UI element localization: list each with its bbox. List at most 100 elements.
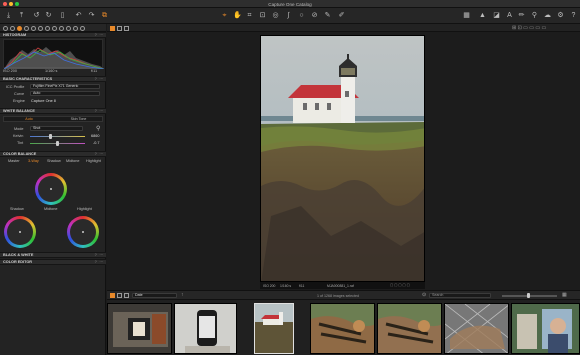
tint-value[interactable]: -0.7: [93, 141, 100, 145]
lens-tab-icon[interactable]: [31, 25, 36, 31]
local-tab-icon[interactable]: [52, 25, 57, 31]
exposure-tab-icon[interactable]: [24, 25, 29, 31]
kelvin-slider-thumb[interactable]: [49, 133, 52, 139]
pan-icon[interactable]: ✋: [233, 11, 242, 20]
batch-tab-icon[interactable]: [80, 25, 85, 31]
undo-icon[interactable]: ↶: [74, 11, 83, 20]
search-input[interactable]: Search: [429, 293, 491, 298]
thumbnail[interactable]: [174, 303, 237, 354]
main-photo[interactable]: [260, 35, 425, 282]
thumbnail-selected[interactable]: [254, 303, 294, 354]
sort-direction-icon[interactable]: ↑: [181, 292, 184, 298]
tab-shadow[interactable]: Shadow: [47, 159, 61, 163]
tint-slider-thumb[interactable]: [56, 140, 59, 146]
keystone-icon[interactable]: ⊡: [258, 11, 267, 20]
export-icon[interactable]: ⤒: [17, 11, 26, 20]
section-tools-icon[interactable]: ? ⋯: [95, 152, 104, 157]
list-browser-icon[interactable]: [117, 293, 122, 298]
kelvin-slider[interactable]: [30, 135, 85, 137]
shadow-color-wheel[interactable]: [4, 216, 36, 248]
main-toolbar: ⤓ ⤒ ↺ ↻ ▯ ↶ ↷ ⧉ ⌖ ✋ ⌗ ⊡ ◎ ∫ ○ ⊘ ✎ ✐ ▦ ▲ …: [0, 8, 580, 24]
section-tools-icon[interactable]: ? ⋯: [95, 109, 104, 114]
curve-select[interactable]: Auto: [30, 91, 100, 96]
single-view-icon[interactable]: [110, 25, 115, 31]
sort-select[interactable]: Date: [132, 293, 177, 298]
compare-icon[interactable]: ⧉: [100, 11, 109, 20]
brush-icon[interactable]: ✎: [323, 11, 332, 20]
color-tab-icon[interactable]: [17, 25, 22, 31]
histogram-header[interactable]: HISTOGRAM ? ⋯: [0, 32, 106, 38]
black-white-header[interactable]: BLACK & WHITE ? ⋯: [0, 252, 106, 258]
adjustments-tab-icon[interactable]: [59, 25, 64, 31]
text-icon[interactable]: A: [505, 11, 514, 20]
metadata-tab-icon[interactable]: [66, 25, 71, 31]
highlight-color-wheel[interactable]: [67, 216, 99, 248]
spot-icon[interactable]: ◎: [271, 11, 280, 20]
capture-tab-icon[interactable]: [10, 25, 15, 31]
details-tab-icon[interactable]: [45, 25, 50, 31]
histogram-aperture: f/11: [91, 69, 98, 73]
composition-tab-icon[interactable]: [38, 25, 43, 31]
selection-count: 1 of 1268 images selected: [317, 293, 359, 298]
thumbnail[interactable]: [107, 303, 172, 354]
thumbnail[interactable]: [511, 303, 580, 354]
grid-view-icon[interactable]: [124, 25, 129, 31]
grid-icon[interactable]: ▦: [462, 11, 471, 20]
tab-3way[interactable]: 3-Way: [28, 159, 39, 163]
filmstrip-browser-icon[interactable]: [124, 293, 129, 298]
section-tools-icon[interactable]: ? ⋯: [95, 77, 104, 82]
brush-tool-icon[interactable]: ✏: [517, 11, 526, 20]
import-icon[interactable]: ⤓: [4, 11, 13, 20]
photo-tools-icon[interactable]: ▢ ▢ ▢ ▢ ▢: [390, 283, 410, 287]
filter-icon[interactable]: ⊙: [422, 292, 426, 298]
kelvin-value[interactable]: 6860: [91, 134, 99, 138]
lighthouse-photo: [261, 36, 424, 281]
thumbnail[interactable]: [310, 303, 375, 354]
rotate-left-icon[interactable]: ↺: [32, 11, 41, 20]
wb-picker-icon[interactable]: ⚲: [96, 125, 100, 132]
library-tab-icon[interactable]: [3, 25, 8, 31]
crop-icon[interactable]: ⌗: [245, 11, 254, 20]
engine-label: Engine: [13, 99, 25, 103]
midtone-color-wheel[interactable]: [35, 173, 67, 205]
exposure-warning-icon[interactable]: ▲: [478, 11, 487, 20]
basic-characteristics-header[interactable]: BASIC CHARACTERISTICS ? ⋯: [0, 76, 106, 82]
redo-icon[interactable]: ↷: [87, 11, 96, 20]
viewer-options-icon[interactable]: ⊞ ⊡ ▭ ▭ ▭ ▭: [512, 25, 546, 31]
multi-view-icon[interactable]: [117, 25, 122, 31]
highlight-label: Highlight: [77, 207, 92, 211]
grid-browser-icon[interactable]: [110, 293, 115, 298]
white-balance-title: WHITE BALANCE: [3, 109, 35, 113]
focus-icon[interactable]: ◪: [492, 11, 501, 20]
tab-skin-tone[interactable]: Skin Tone: [54, 117, 103, 121]
white-balance-header[interactable]: WHITE BALANCE ? ⋯: [0, 108, 106, 114]
thumbnail-options-icon[interactable]: ▦: [562, 292, 567, 298]
icc-profile-select[interactable]: Fujifilm FinePix X71 Generic: [30, 84, 100, 89]
section-tools-icon[interactable]: ? ⋯: [95, 253, 104, 258]
eyedropper-icon[interactable]: ⚲: [530, 11, 539, 20]
color-editor-header[interactable]: COLOR EDITOR ? ⋯: [0, 259, 106, 265]
help-icon[interactable]: ?: [569, 11, 578, 20]
output-tab-icon[interactable]: [73, 25, 78, 31]
color-balance-header[interactable]: COLOR BALANCE ? ⋯: [0, 151, 106, 157]
erase-icon[interactable]: ⊘: [310, 11, 319, 20]
cloud-icon[interactable]: ☁: [543, 11, 552, 20]
tab-highlight[interactable]: Highlight: [86, 159, 101, 163]
eraser-icon[interactable]: ✐: [337, 11, 346, 20]
tab-auto[interactable]: Auto: [4, 117, 54, 121]
thumbnail[interactable]: [444, 303, 509, 354]
tab-master[interactable]: Master: [8, 159, 20, 163]
delete-icon[interactable]: ▯: [58, 11, 67, 20]
section-tools-icon[interactable]: ? ⋯: [95, 33, 104, 38]
wb-mode-select[interactable]: Shot: [30, 126, 83, 131]
tab-midtone[interactable]: Midtone: [66, 159, 80, 163]
section-tools-icon[interactable]: ? ⋯: [95, 260, 104, 265]
rotate-right-icon[interactable]: ↻: [44, 11, 53, 20]
settings-icon[interactable]: ⚙: [556, 11, 565, 20]
thumbnail-size-thumb[interactable]: [527, 293, 530, 298]
thumbnail[interactable]: [377, 303, 442, 354]
photo-iso: ISO 200: [263, 283, 276, 288]
pointer-icon[interactable]: ⌖: [220, 11, 229, 20]
circle-mask-icon[interactable]: ○: [297, 11, 306, 20]
gradient-icon[interactable]: ∫: [284, 11, 293, 20]
